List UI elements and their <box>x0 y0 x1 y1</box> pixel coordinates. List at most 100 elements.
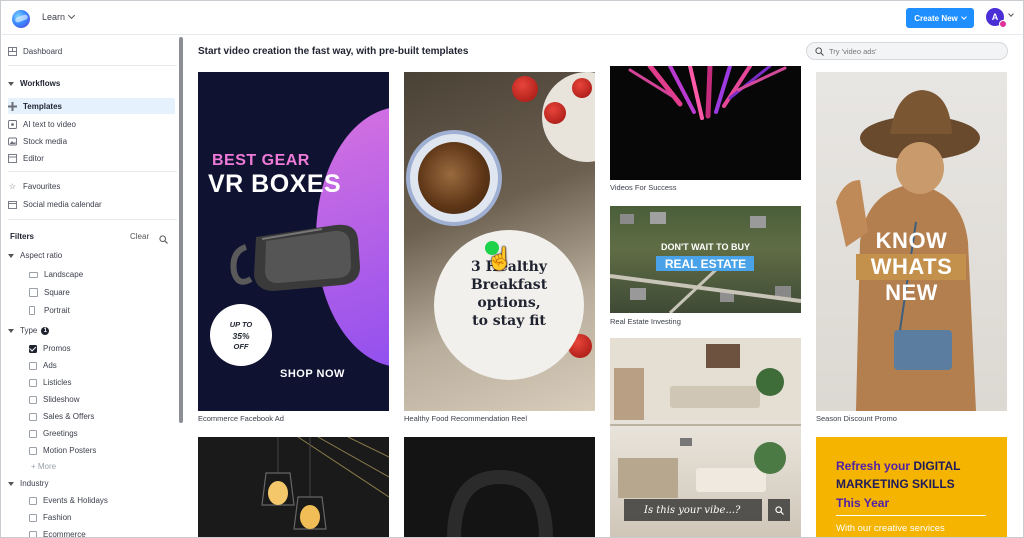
realestate-line2: REAL ESTATE <box>664 257 747 271</box>
sidebar-item-favourites[interactable]: ☆ Favourites <box>8 178 175 194</box>
food-line2: Breakfast <box>470 277 548 293</box>
aspect-option-landscape[interactable]: Landscape <box>29 270 83 279</box>
digital-line3: This Year <box>836 496 890 510</box>
checkbox[interactable] <box>29 378 37 387</box>
checkbox[interactable] <box>29 412 37 421</box>
food-line3: options, <box>477 295 541 311</box>
app-logo-icon[interactable] <box>12 10 30 28</box>
checkbox[interactable] <box>29 446 37 455</box>
industry-option-fashion[interactable]: Fashion <box>29 513 71 522</box>
dashboard-icon <box>8 46 17 56</box>
option-label: Promos <box>43 344 71 353</box>
aspect-ratio-header[interactable]: Aspect ratio <box>8 251 62 260</box>
type-option-sales-offers[interactable]: Sales & Offers <box>29 412 94 421</box>
option-label: Portrait <box>44 306 70 315</box>
editor-icon <box>8 153 17 163</box>
template-search[interactable] <box>806 42 1008 60</box>
template-caption: Ecommerce Facebook Ad <box>198 414 284 423</box>
avatar[interactable]: A <box>986 8 1007 28</box>
type-option-promos[interactable]: Promos <box>29 344 71 353</box>
checkbox[interactable] <box>29 429 37 438</box>
template-card-success[interactable] <box>610 66 801 180</box>
template-card-season[interactable]: KNOW WHATS NEW <box>816 72 1007 411</box>
type-count-badge: 1 <box>41 326 50 335</box>
aspect-option-portrait[interactable]: Portrait <box>29 306 70 315</box>
aspect-ratio-label: Aspect ratio <box>20 251 63 260</box>
checkbox[interactable] <box>29 395 37 404</box>
food-line4: to stay fit <box>472 313 546 329</box>
coffee-image <box>418 142 490 214</box>
collapse-triangle-icon <box>8 81 14 86</box>
type-option-ads[interactable]: Ads <box>29 361 57 370</box>
checkbox[interactable] <box>29 513 37 522</box>
checkbox[interactable] <box>29 361 37 370</box>
checkbox[interactable] <box>29 496 37 505</box>
aspect-option-square[interactable]: Square <box>29 288 70 297</box>
divider <box>8 171 177 172</box>
vibe-search-text: Is this your vibe...? <box>624 499 762 521</box>
template-card-real-estate[interactable]: DON'T WAIT TO BUY REAL ESTATE <box>610 206 801 313</box>
paint-splash-image <box>628 66 787 120</box>
vibe-search-button[interactable] <box>768 499 790 521</box>
clear-filters-button[interactable]: Clear <box>130 232 149 241</box>
type-option-motion-posters[interactable]: Motion Posters <box>29 446 96 455</box>
template-card-food[interactable]: 3 Healthy Breakfast options, to stay fit <box>404 72 595 411</box>
sidebar-item-label: Stock media <box>23 136 68 146</box>
tomato-image <box>544 102 566 124</box>
pointer-hand-icon: ☝ <box>486 246 514 271</box>
ai-icon <box>8 119 17 129</box>
type-label: Type <box>20 326 38 335</box>
search-input[interactable] <box>829 46 999 56</box>
discount-up-to: UP TO <box>229 320 253 329</box>
industry-option-ecommerce[interactable]: Ecommerce <box>29 530 86 537</box>
discount-percent: 35% <box>232 331 250 341</box>
type-more-link[interactable]: + More <box>31 462 56 471</box>
type-header[interactable]: Type 1 <box>8 326 50 335</box>
template-card-vr[interactable]: BEST GEAR VR BOXES UP TO 35% OFF SHOP NO… <box>198 72 389 411</box>
sidebar-item-templates[interactable]: Templates <box>8 98 175 114</box>
learn-label: Learn <box>42 12 66 22</box>
option-label: Motion Posters <box>43 446 97 455</box>
vr-cta: SHOP NOW <box>280 368 345 380</box>
sidebar-item-stock-media[interactable]: Stock media <box>8 133 175 149</box>
app-window: Learn Create New A Dashboard Workflows T… <box>0 0 1024 538</box>
template-card-digital-marketing[interactable]: Refresh your DIGITAL MARKETING SKILLS Th… <box>816 437 1007 537</box>
industry-label: Industry <box>20 479 49 488</box>
workflows-header[interactable]: Workflows <box>8 79 60 88</box>
sidebar-item-social-media-calendar[interactable]: Social media calendar <box>8 196 175 212</box>
tomato-image <box>572 78 592 98</box>
industry-header[interactable]: Industry <box>8 479 48 488</box>
sidebar-item-ai-text-to-video[interactable]: AI text to video <box>8 116 175 132</box>
sidebar-scrollbar[interactable] <box>179 37 183 423</box>
template-card-lamps[interactable] <box>198 437 389 537</box>
type-option-listicles[interactable]: Listicles <box>29 378 71 387</box>
account-chevron-icon[interactable] <box>1008 11 1014 17</box>
industry-option-events-holidays[interactable]: Events & Holidays <box>29 496 108 505</box>
create-new-label: Create New <box>914 13 958 23</box>
create-new-button[interactable]: Create New <box>906 8 974 28</box>
page-title: Start video creation the fast way, with … <box>198 46 469 57</box>
checkbox[interactable] <box>29 530 37 537</box>
workflows-label: Workflows <box>20 79 61 88</box>
digital-line2: MARKETING SKILLS <box>836 477 955 491</box>
template-card-headphones[interactable] <box>404 437 595 537</box>
stock-media-icon <box>8 137 17 146</box>
checkbox-checked[interactable] <box>29 344 37 353</box>
learn-menu[interactable]: Learn <box>42 11 76 22</box>
type-option-slideshow[interactable]: Slideshow <box>29 395 79 404</box>
season-line2: WHATS <box>870 254 953 279</box>
season-line3: NEW <box>885 280 938 305</box>
star-icon: ☆ <box>8 181 17 191</box>
option-label: Sales & Offers <box>43 412 95 421</box>
filter-search-icon[interactable] <box>159 231 168 244</box>
option-label: Listicles <box>43 378 72 387</box>
sidebar-item-label: Favourites <box>23 181 61 191</box>
option-label: Fashion <box>43 513 72 522</box>
type-option-greetings[interactable]: Greetings <box>29 429 78 438</box>
realestate-line1: DON'T WAIT TO BUY <box>661 242 750 252</box>
sidebar-item-label: Editor <box>23 153 44 163</box>
sidebar-item-editor[interactable]: Editor <box>8 150 175 166</box>
sidebar-item-dashboard[interactable]: Dashboard <box>8 43 175 59</box>
tomato-image <box>512 76 538 102</box>
season-line1: KNOW <box>875 228 948 253</box>
